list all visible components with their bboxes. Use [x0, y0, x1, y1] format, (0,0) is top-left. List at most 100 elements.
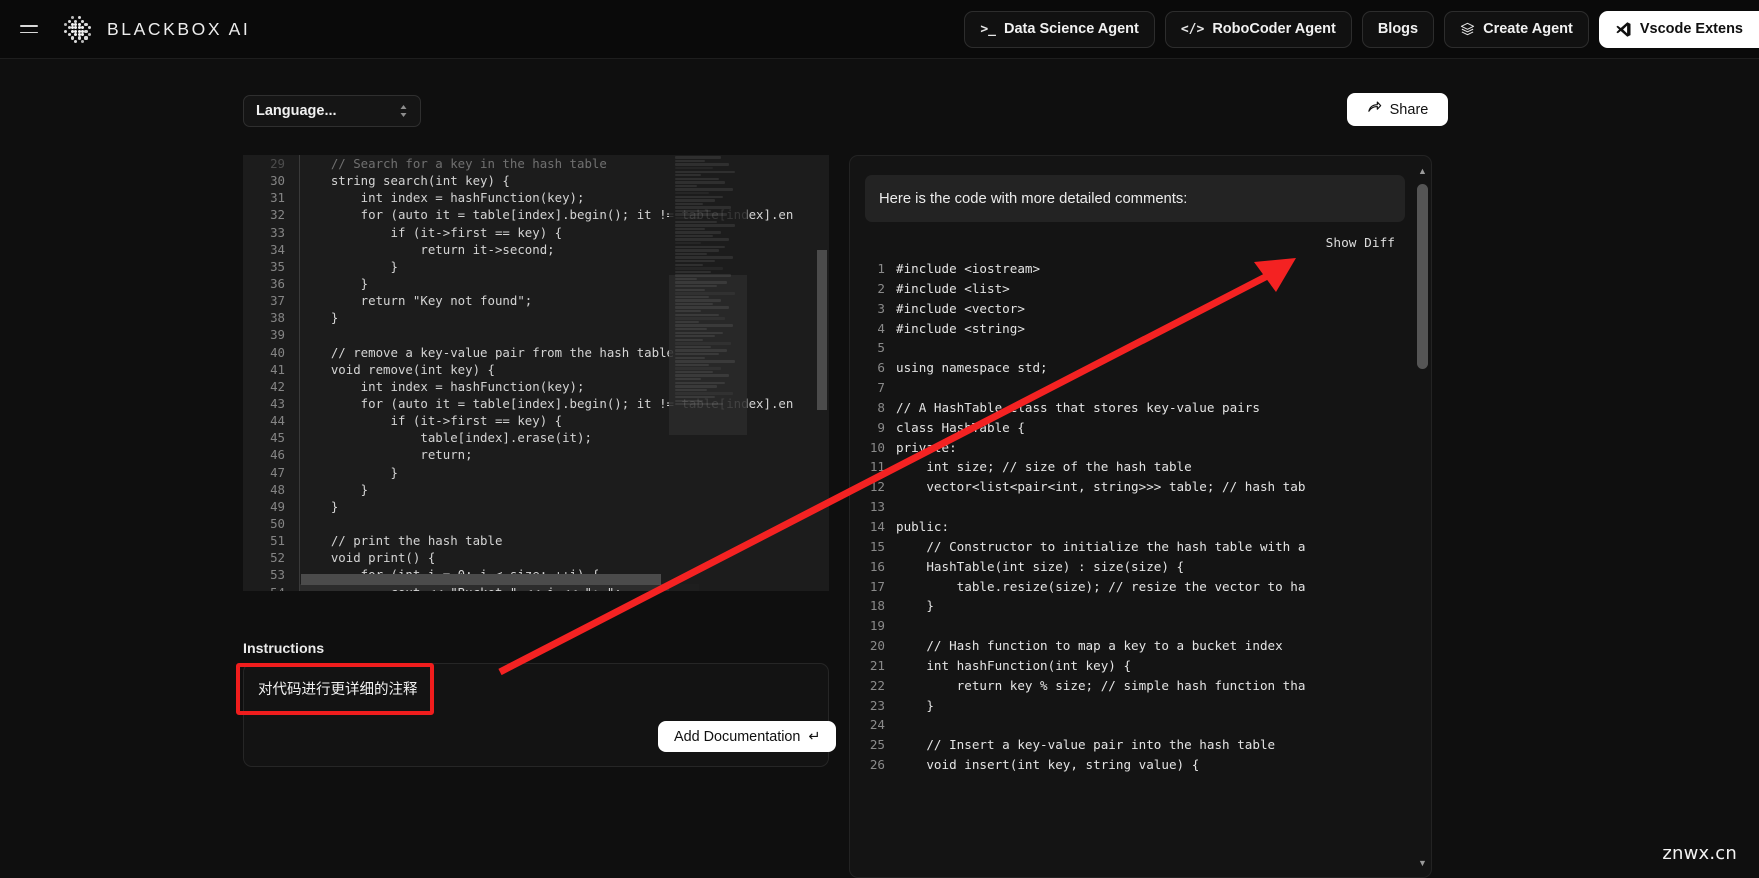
minimap-row — [675, 228, 705, 230]
code-editor-pane[interactable]: 29 // Search for a key in the hash table… — [243, 155, 829, 591]
output-code-line[interactable]: 3#include <vector> — [860, 299, 1415, 319]
output-code-line[interactable]: 8// A HashTable class that stores key-va… — [860, 398, 1415, 418]
show-diff-button[interactable]: Show Diff — [1326, 236, 1395, 251]
line-content: #include <vector> — [896, 299, 1025, 319]
minimap-row — [675, 196, 723, 198]
minimap-row — [675, 231, 721, 233]
line-number: 39 — [243, 326, 299, 343]
nav-button-blogs[interactable]: Blogs — [1362, 11, 1434, 48]
brand[interactable]: BLACKBOX AI — [60, 12, 250, 46]
output-code-lines[interactable]: 1#include <iostream>2#include <list>3#in… — [860, 259, 1415, 877]
line-number: 26 — [860, 755, 896, 775]
output-code-line[interactable]: 20 // Hash function to map a key to a bu… — [860, 636, 1415, 656]
line-number: 52 — [243, 549, 299, 566]
line-content: // Constructor to initialize the hash ta… — [896, 537, 1305, 557]
line-content: // print the hash table — [299, 532, 502, 549]
output-code-line[interactable]: 11 int size; // size of the hash table — [860, 457, 1415, 477]
line-content: int size; // size of the hash table — [896, 457, 1192, 477]
line-content: #include <list> — [896, 279, 1010, 299]
line-number: 17 — [860, 577, 896, 597]
nav-button-vscode-extens[interactable]: Vscode Extens — [1599, 11, 1759, 48]
scroll-up-icon[interactable]: ▲ — [1416, 164, 1429, 177]
line-number: 2 — [860, 279, 896, 299]
line-content: int index = hashFunction(key); — [299, 189, 584, 206]
terminal-icon: >_ — [980, 22, 996, 37]
line-number: 11 — [860, 457, 896, 477]
line-content: private: — [896, 438, 957, 458]
output-code-line[interactable]: 24 — [860, 715, 1415, 735]
output-code-line[interactable]: 26 void insert(int key, string value) { — [860, 755, 1415, 775]
line-content: // Insert a key-value pair into the hash… — [896, 735, 1275, 755]
line-number: 6 — [860, 358, 896, 378]
line-number: 12 — [860, 477, 896, 497]
nav-button-label: Vscode Extens — [1640, 21, 1743, 37]
output-code-line[interactable]: 10private: — [860, 438, 1415, 458]
output-code-line[interactable]: 1#include <iostream> — [860, 259, 1415, 279]
watermark: znwx.cn — [1662, 843, 1737, 864]
output-scrollbar-thumb[interactable] — [1417, 184, 1428, 369]
output-code-line[interactable]: 12 vector<list<pair<int, string>>> table… — [860, 477, 1415, 497]
line-number: 46 — [243, 446, 299, 463]
layers-icon — [1460, 22, 1475, 37]
output-code-line[interactable]: 19 — [860, 616, 1415, 636]
output-code-line[interactable]: 5 — [860, 338, 1415, 358]
output-code-line[interactable]: 13 — [860, 497, 1415, 517]
editor-horizontal-scrollbar[interactable] — [301, 574, 661, 585]
output-code-line[interactable]: 14public: — [860, 517, 1415, 537]
line-number: 51 — [243, 532, 299, 549]
share-button[interactable]: Share — [1347, 93, 1448, 126]
minimap-viewport-slider[interactable] — [669, 275, 747, 435]
language-select[interactable]: Language... — [243, 95, 421, 127]
assistant-message-text: Here is the code with more detailed comm… — [879, 191, 1187, 207]
output-code-line[interactable]: 25 // Insert a key-value pair into the h… — [860, 735, 1415, 755]
minimap-row — [675, 256, 733, 258]
line-number: 3 — [860, 299, 896, 319]
output-code-line[interactable]: 18 } — [860, 596, 1415, 616]
output-code-line[interactable]: 22 return key % size; // simple hash fun… — [860, 676, 1415, 696]
minimap-row — [675, 171, 735, 173]
line-number: 21 — [860, 656, 896, 676]
output-code-line[interactable]: 23 } — [860, 696, 1415, 716]
line-content: vector<list<pair<int, string>>> table; /… — [896, 477, 1305, 497]
output-code-line[interactable]: 16 HashTable(int size) : size(size) { — [860, 557, 1415, 577]
toolbar: Language... Share — [0, 59, 1759, 151]
output-code-line[interactable]: 4#include <string> — [860, 319, 1415, 339]
line-content: } — [896, 696, 934, 716]
minimap-row — [675, 246, 725, 248]
minimap-row — [675, 242, 701, 244]
nav-button-label: Blogs — [1378, 21, 1418, 37]
enter-key-icon: ↵ — [808, 729, 820, 745]
nav-button-robocoder-agent[interactable]: </>RoboCoder Agent — [1165, 11, 1352, 48]
output-vertical-scrollbar[interactable]: ▲ ▼ — [1416, 164, 1429, 869]
line-number: 33 — [243, 224, 299, 241]
output-code-line[interactable]: 7 — [860, 378, 1415, 398]
line-content: // Hash function to map a key to a bucke… — [896, 636, 1283, 656]
line-content: // A HashTable class that stores key-val… — [896, 398, 1260, 418]
line-content: table[index].erase(it); — [299, 429, 592, 446]
output-code-line[interactable]: 17 table.resize(size); // resize the vec… — [860, 577, 1415, 597]
brand-name: BLACKBOX AI — [107, 19, 250, 40]
line-number: 34 — [243, 241, 299, 258]
nav-button-data-science-agent[interactable]: >_Data Science Agent — [964, 11, 1155, 48]
scroll-down-icon[interactable]: ▼ — [1416, 856, 1429, 869]
line-content: HashTable(int size) : size(size) { — [896, 557, 1184, 577]
editor-vertical-scrollbar[interactable] — [815, 155, 829, 591]
output-code-line[interactable]: 6using namespace std; — [860, 358, 1415, 378]
hamburger-menu-icon[interactable] — [16, 16, 42, 42]
line-number: 7 — [860, 378, 896, 398]
line-content: } — [299, 275, 368, 292]
line-content: } — [299, 309, 338, 326]
editor-vertical-scrollbar-thumb[interactable] — [817, 250, 827, 410]
language-select-value: Language... — [256, 103, 337, 119]
line-number: 40 — [243, 344, 299, 361]
output-pane: Here is the code with more detailed comm… — [849, 155, 1432, 878]
output-code-line[interactable]: 9class HashTable { — [860, 418, 1415, 438]
output-code-line[interactable]: 21 int hashFunction(int key) { — [860, 656, 1415, 676]
add-documentation-button[interactable]: Add Documentation ↵ — [658, 721, 836, 752]
line-number: 22 — [860, 676, 896, 696]
line-number: 29 — [243, 155, 299, 172]
output-code-line[interactable]: 2#include <list> — [860, 279, 1415, 299]
line-number: 13 — [860, 497, 896, 517]
output-code-line[interactable]: 15 // Constructor to initialize the hash… — [860, 537, 1415, 557]
nav-button-create-agent[interactable]: Create Agent — [1444, 11, 1589, 48]
